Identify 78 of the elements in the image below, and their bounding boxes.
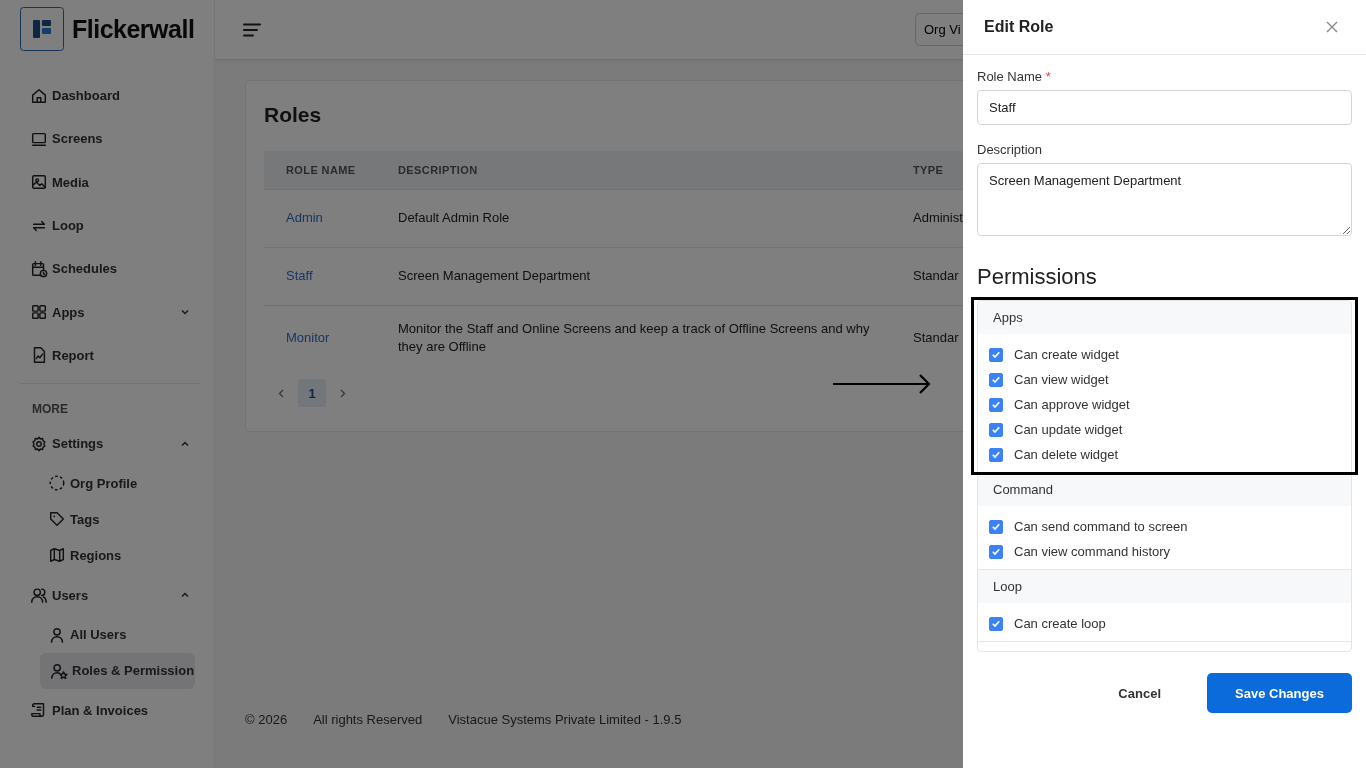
tag-icon (48, 510, 66, 529)
sidebar-item[interactable]: Loop (20, 203, 200, 248)
checkbox[interactable] (989, 422, 1003, 437)
table-cell: Standar (913, 268, 959, 283)
footer-text: All rights Reserved (313, 712, 423, 727)
checkbox[interactable] (989, 372, 1003, 387)
footer-text: © 2026 (245, 712, 288, 727)
chevron-up-icon[interactable] (180, 590, 190, 600)
group-header: Apps (978, 301, 1351, 334)
sidebar-item[interactable]: Users (20, 573, 200, 617)
sidebar-item[interactable]: Plan & Invoices (20, 688, 200, 732)
sidebar-item[interactable]: Schedules (20, 247, 200, 291)
description-field[interactable]: Screen Management Department (977, 163, 1352, 236)
org-view-button[interactable]: Org Vi (915, 13, 963, 46)
section-label: MORE (31, 402, 69, 417)
sidebar-item[interactable]: Roles & Permission (40, 652, 195, 689)
checkbox-label: Can create widget (1014, 347, 1119, 362)
role-name-field[interactable]: Staff (977, 90, 1352, 125)
checkbox[interactable] (989, 347, 1003, 362)
checkbox-label: Can view command history (1014, 544, 1171, 559)
checkbox[interactable] (989, 397, 1003, 412)
checkbox[interactable] (989, 447, 1003, 462)
sidebar-item[interactable]: Tags (20, 501, 200, 538)
column-header: DESCRIPTION (397, 151, 912, 189)
checkbox-label: Can delete widget (1014, 447, 1119, 462)
image-icon (30, 173, 48, 192)
users-icon (30, 586, 48, 604)
map-icon (48, 546, 66, 565)
group-header: Command (978, 473, 1351, 506)
dashed-circle-icon (48, 474, 66, 493)
close-icon[interactable] (1326, 21, 1338, 33)
sidebar-item[interactable]: Org Profile (20, 465, 200, 502)
sidebar-item[interactable]: Report (20, 333, 200, 378)
sidebar-item[interactable]: Settings (20, 422, 200, 466)
role-name-link[interactable]: Admin (286, 210, 323, 225)
role-name-link[interactable]: Monitor (286, 330, 330, 346)
table-cell: Default Admin Role (397, 189, 912, 247)
cancel-button[interactable]: Cancel (1112, 684, 1167, 702)
group-header: Loop (978, 570, 1351, 603)
logo-icon (20, 7, 64, 51)
table-cell: Screen Management Department (397, 247, 912, 305)
sidebar-item[interactable]: All Users (20, 616, 200, 653)
checkbox-label: Can create loop (1014, 616, 1106, 631)
table-cell: Standar (913, 330, 959, 346)
sidebar-item[interactable]: Media (20, 160, 200, 204)
table-cell: Administ (913, 210, 963, 225)
sidebar-item[interactable]: Apps (20, 290, 200, 334)
checkbox-label: Can view widget (1014, 372, 1109, 387)
permissions-heading: Permissions (977, 264, 1098, 290)
grid-icon (30, 303, 48, 322)
checkbox-label: Can approve widget (1014, 397, 1130, 412)
brand-name: Flickerwall (72, 14, 195, 44)
sidebar-item[interactable]: Regions (20, 537, 200, 574)
next-page-icon[interactable] (340, 388, 346, 398)
checkbox-label: Can update widget (1014, 422, 1123, 437)
checkbox[interactable] (989, 544, 1003, 559)
calendar-icon (30, 259, 48, 278)
user-star-icon (50, 661, 68, 680)
footer-text: Vistacue Systems Private Limited - 1.9.5 (448, 712, 682, 727)
drawer-title: Edit Role (984, 18, 1054, 36)
page-title: Roles (264, 103, 322, 127)
home-icon (30, 86, 48, 105)
page-button[interactable]: 1 (298, 379, 326, 407)
sidebar-item[interactable]: Screens (20, 117, 200, 161)
checkbox[interactable] (989, 616, 1003, 631)
menu-icon[interactable] (243, 22, 261, 37)
role-name-link[interactable]: Staff (286, 268, 313, 283)
checkbox[interactable] (989, 519, 1003, 534)
previous-page-icon[interactable] (278, 388, 284, 398)
settings-icon (30, 434, 48, 453)
table-cell: Monitor the Staff and Online Screens and keep a track of Offline Screens and why they are Offline (397, 305, 912, 371)
save-changes-button[interactable]: Save Changes (1207, 673, 1352, 713)
column-header: ROLE NAME (264, 151, 397, 189)
required-mark: * (1045, 69, 1051, 84)
checkbox-label: Can send command to screen (1014, 519, 1188, 534)
user-icon (48, 625, 66, 644)
sidebar-item[interactable]: Dashboard (20, 74, 200, 118)
field-label: Role Name (977, 69, 1043, 84)
